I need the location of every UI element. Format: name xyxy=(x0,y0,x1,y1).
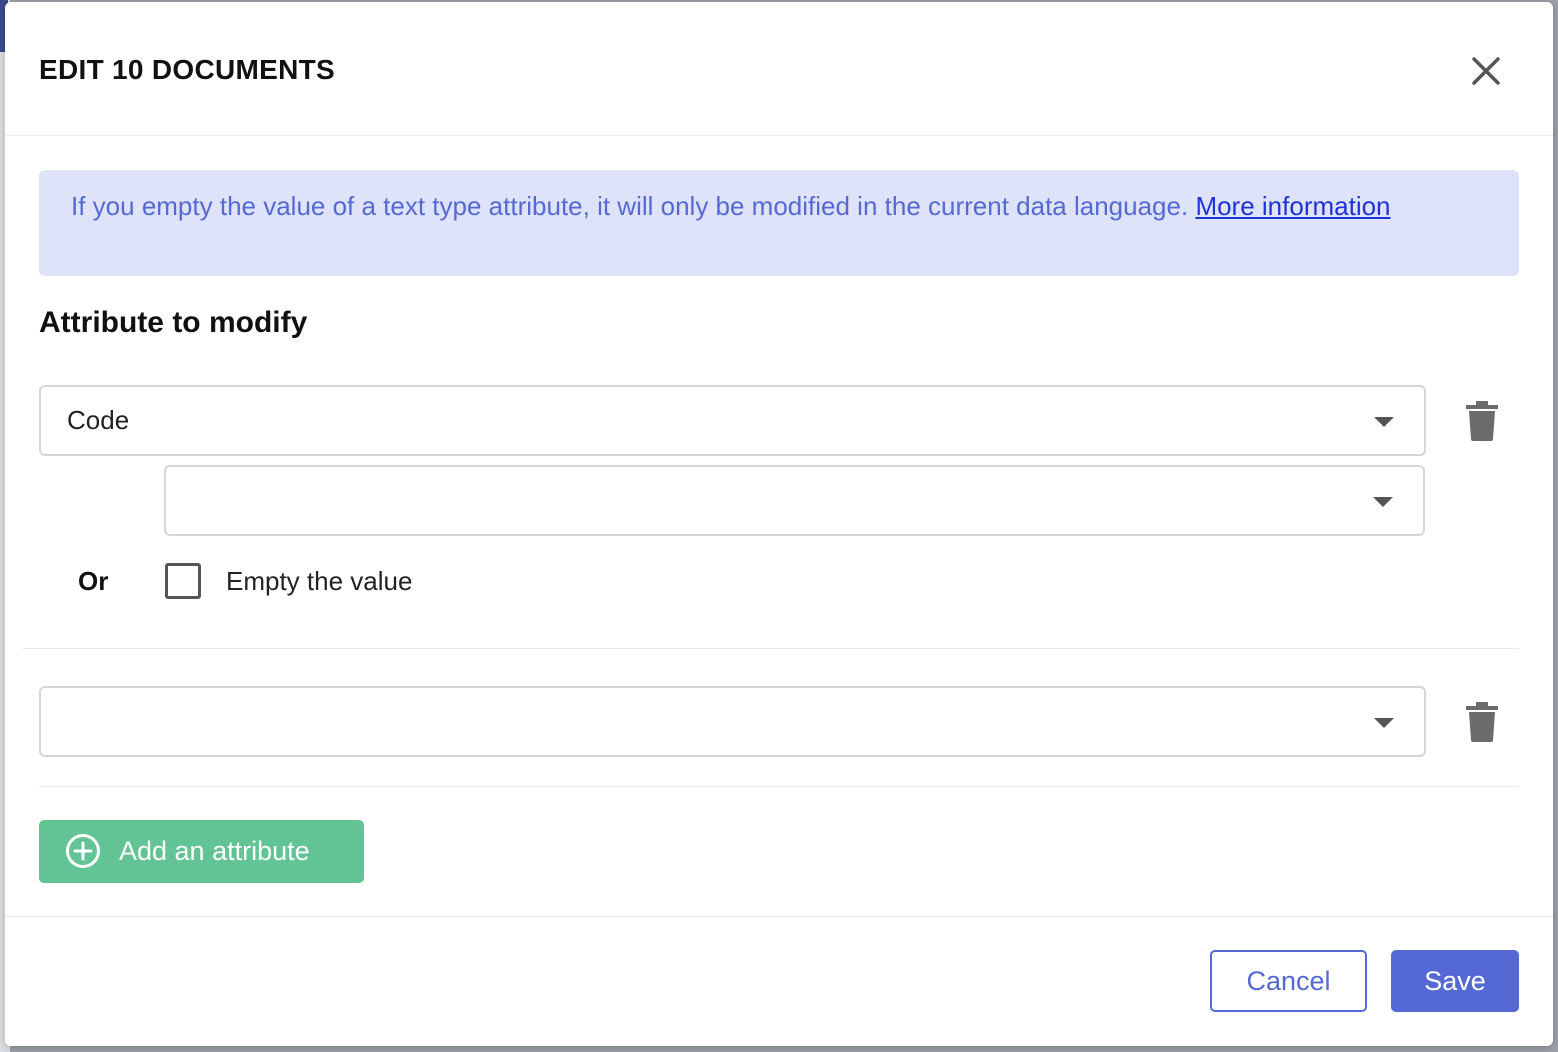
chevron-down-icon xyxy=(1374,718,1394,728)
empty-value-checkbox[interactable] xyxy=(165,563,201,599)
empty-value-label[interactable]: Empty the value xyxy=(226,566,412,597)
more-information-link[interactable]: More information xyxy=(1195,191,1390,221)
edit-documents-modal: EDIT 10 DOCUMENTS If you empty the value… xyxy=(5,2,1553,1046)
row-divider xyxy=(39,786,1519,787)
attribute-select-value: Code xyxy=(67,405,130,435)
save-button[interactable]: Save xyxy=(1391,950,1519,1012)
chevron-down-icon xyxy=(1374,417,1394,427)
trash-icon[interactable] xyxy=(1466,401,1498,441)
trash-icon[interactable] xyxy=(1466,702,1498,742)
plus-circle-icon xyxy=(65,833,101,869)
add-attribute-button[interactable]: Add an attribute xyxy=(39,820,364,883)
cancel-button[interactable]: Cancel xyxy=(1210,950,1367,1012)
or-label: Or xyxy=(78,566,109,596)
attribute-select[interactable] xyxy=(39,686,1426,757)
close-icon[interactable] xyxy=(1465,50,1507,92)
chevron-down-icon xyxy=(1373,497,1393,507)
modal-header: EDIT 10 DOCUMENTS xyxy=(5,2,1553,136)
info-banner: If you empty the value of a text type at… xyxy=(39,170,1519,276)
section-title: Attribute to modify xyxy=(39,306,308,339)
attribute-select[interactable]: Code xyxy=(39,385,1426,456)
info-text: If you empty the value of a text type at… xyxy=(71,191,1196,221)
add-attribute-label: Add an attribute xyxy=(119,836,310,866)
attribute-value-select[interactable] xyxy=(164,465,1425,536)
modal-title: EDIT 10 DOCUMENTS xyxy=(39,54,336,85)
row-divider xyxy=(23,648,1519,649)
footer-divider xyxy=(5,916,1553,917)
